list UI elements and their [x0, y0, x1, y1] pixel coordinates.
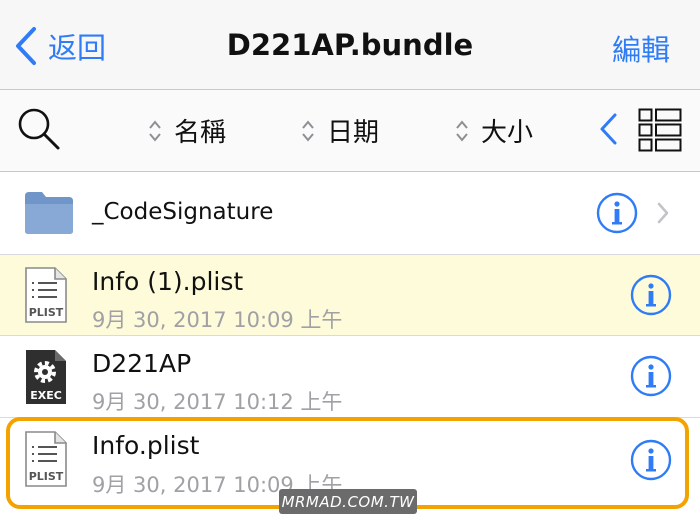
info-icon[interactable] — [630, 439, 672, 481]
plist-file-icon: PLIST — [25, 267, 67, 323]
sort-by-date-button[interactable]: 日期 — [301, 112, 379, 149]
file-name: _CodeSignature — [92, 199, 274, 225]
page-title: D221AP.bundle — [226, 28, 474, 62]
chevron-right-icon[interactable] — [656, 201, 670, 225]
watermark: MRMAD.COM.TW — [279, 489, 417, 514]
sort-arrows-icon — [302, 119, 314, 142]
svg-text:PLIST: PLIST — [29, 470, 64, 483]
sort-name-label: 名稱 — [174, 118, 227, 148]
file-row-plist[interactable]: PLIST Info (1).plist 9月 30, 2017 10:09 上… — [0, 255, 700, 336]
edit-button[interactable]: 編輯 — [612, 27, 670, 69]
file-name: Info.plist — [92, 431, 200, 460]
file-name: Info (1).plist — [92, 267, 244, 296]
sort-by-size-button[interactable]: 大小 — [455, 112, 533, 149]
executable-file-icon: EXEC — [26, 350, 66, 404]
navigation-bar: 返回 D221AP.bundle 編輯 — [0, 0, 700, 90]
sort-arrows-icon — [149, 119, 161, 142]
chevron-left-icon[interactable] — [598, 112, 618, 146]
sort-date-label: 日期 — [327, 118, 380, 148]
info-icon[interactable] — [630, 274, 672, 316]
file-date: 9月 30, 2017 10:12 上午 — [92, 390, 343, 414]
list-view-icon[interactable] — [638, 108, 682, 152]
sort-arrows-icon — [456, 119, 468, 142]
sort-by-name-button[interactable]: 名稱 — [148, 112, 226, 149]
folder-icon — [25, 192, 73, 234]
file-row-folder[interactable]: _CodeSignature — [0, 172, 700, 255]
file-name: D221AP — [92, 349, 192, 378]
svg-text:EXEC: EXEC — [30, 389, 62, 402]
sort-toolbar: 名稱 日期 大小 — [0, 90, 700, 172]
info-icon[interactable] — [596, 192, 638, 234]
svg-text:PLIST: PLIST — [29, 306, 64, 319]
file-date: 9月 30, 2017 10:09 上午 — [92, 308, 343, 332]
search-icon[interactable] — [16, 106, 62, 152]
sort-size-label: 大小 — [481, 118, 534, 148]
file-row-exec[interactable]: EXEC D221AP 9月 30, 2017 10:12 上午 — [0, 336, 700, 418]
plist-file-icon: PLIST — [25, 431, 67, 487]
info-icon[interactable] — [630, 355, 672, 397]
